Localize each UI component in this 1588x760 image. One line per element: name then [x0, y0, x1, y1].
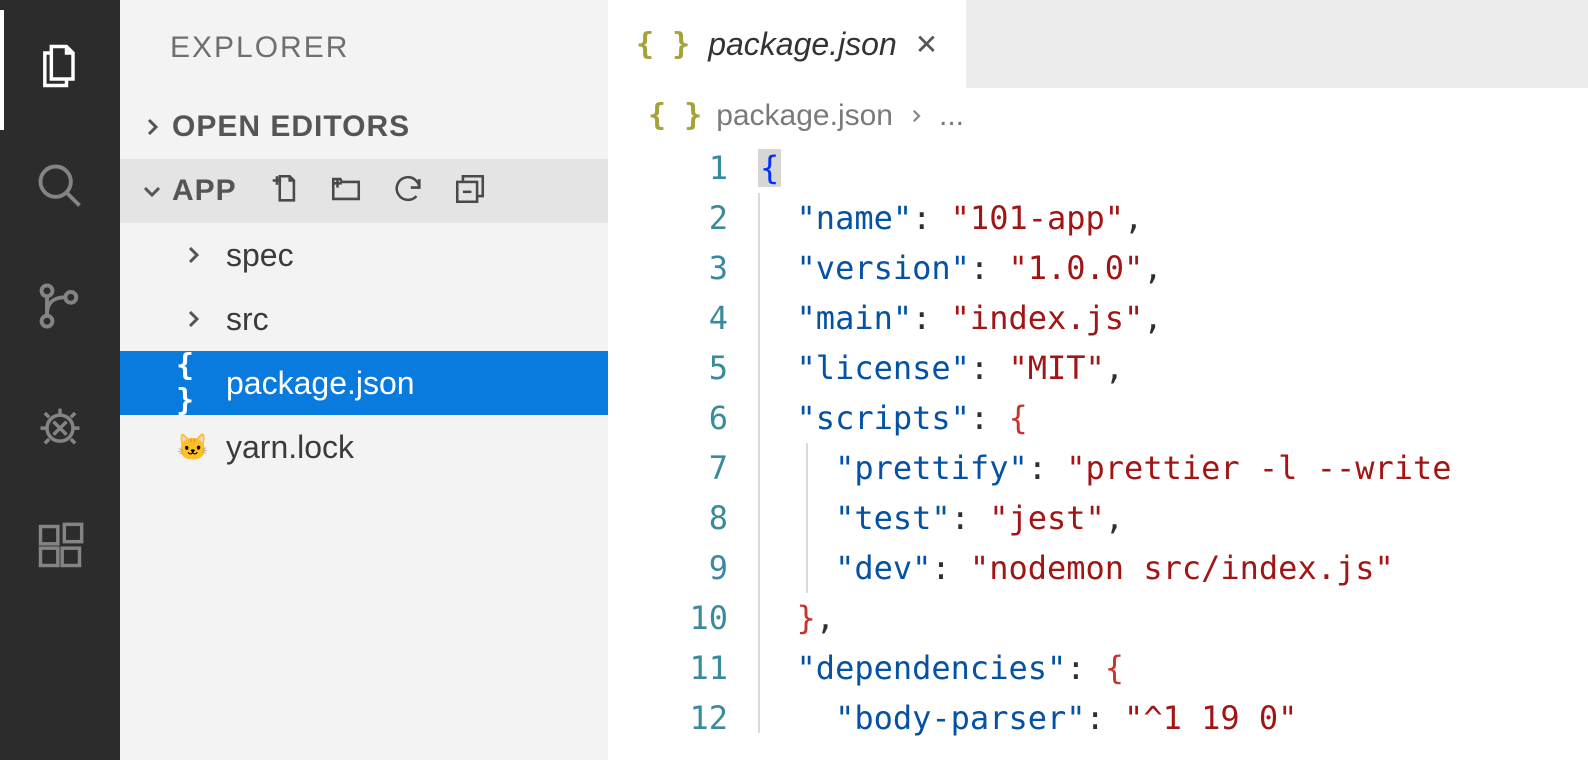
activity-bar	[0, 0, 120, 760]
tree-label: src	[226, 301, 269, 338]
editor-area: { } package.json ✕ { } package.json ... …	[608, 0, 1588, 760]
files-icon	[34, 40, 86, 92]
yarn-icon: 🐱	[176, 432, 210, 463]
breadcrumb-file: package.json	[716, 99, 893, 133]
new-folder-icon[interactable]	[329, 172, 363, 211]
tree-folder-src[interactable]: src	[120, 287, 608, 351]
folder-label: APP	[172, 174, 237, 208]
code-editor[interactable]: 1 2 3 4 5 6 7 8 9 10 11 12 { "name": "10…	[608, 143, 1588, 743]
tab-package-json[interactable]: { } package.json ✕	[608, 0, 967, 88]
chevron-right-icon	[907, 99, 925, 133]
open-editors-label: OPEN EDITORS	[172, 110, 410, 144]
tab-bar: { } package.json ✕	[608, 0, 1588, 88]
tree-file-package-json[interactable]: { } package.json	[120, 351, 608, 415]
activity-search[interactable]	[0, 130, 120, 250]
activity-scm[interactable]	[0, 250, 120, 370]
braces-icon: { }	[636, 27, 690, 62]
chevron-right-icon	[132, 115, 172, 139]
open-editors-section[interactable]: OPEN EDITORS	[120, 95, 608, 159]
tree-file-yarn-lock[interactable]: 🐱 yarn.lock	[120, 415, 608, 479]
code-lines: { "name": "101-app", "version": "1.0.0",…	[758, 143, 1588, 743]
tree-label: package.json	[226, 365, 415, 402]
braces-icon: { }	[648, 98, 702, 133]
branch-icon	[34, 280, 86, 332]
collapse-all-icon[interactable]	[453, 172, 487, 211]
refresh-icon[interactable]	[391, 172, 425, 211]
activity-debug[interactable]	[0, 370, 120, 490]
explorer-title: EXPLORER	[120, 0, 608, 95]
tab-label: package.json	[708, 26, 897, 63]
chevron-right-icon	[176, 307, 210, 331]
tree-label: yarn.lock	[226, 429, 354, 466]
chevron-down-icon	[132, 179, 172, 203]
search-icon	[34, 160, 86, 212]
activity-explorer[interactable]	[0, 10, 120, 130]
extensions-icon	[34, 520, 86, 572]
braces-icon: { }	[176, 348, 210, 418]
close-icon[interactable]: ✕	[915, 28, 938, 61]
folder-section[interactable]: APP	[120, 159, 608, 223]
chevron-right-icon	[176, 243, 210, 267]
new-file-icon[interactable]	[267, 172, 301, 211]
tree-folder-spec[interactable]: spec	[120, 223, 608, 287]
bug-icon	[34, 400, 86, 452]
tree-label: spec	[226, 237, 294, 274]
line-gutter: 1 2 3 4 5 6 7 8 9 10 11 12	[608, 143, 758, 743]
activity-extensions[interactable]	[0, 490, 120, 610]
explorer-sidebar: EXPLORER OPEN EDITORS APP	[120, 0, 608, 760]
folder-actions	[267, 172, 487, 211]
breadcrumb-more: ...	[939, 99, 964, 133]
breadcrumbs[interactable]: { } package.json ...	[608, 88, 1588, 143]
